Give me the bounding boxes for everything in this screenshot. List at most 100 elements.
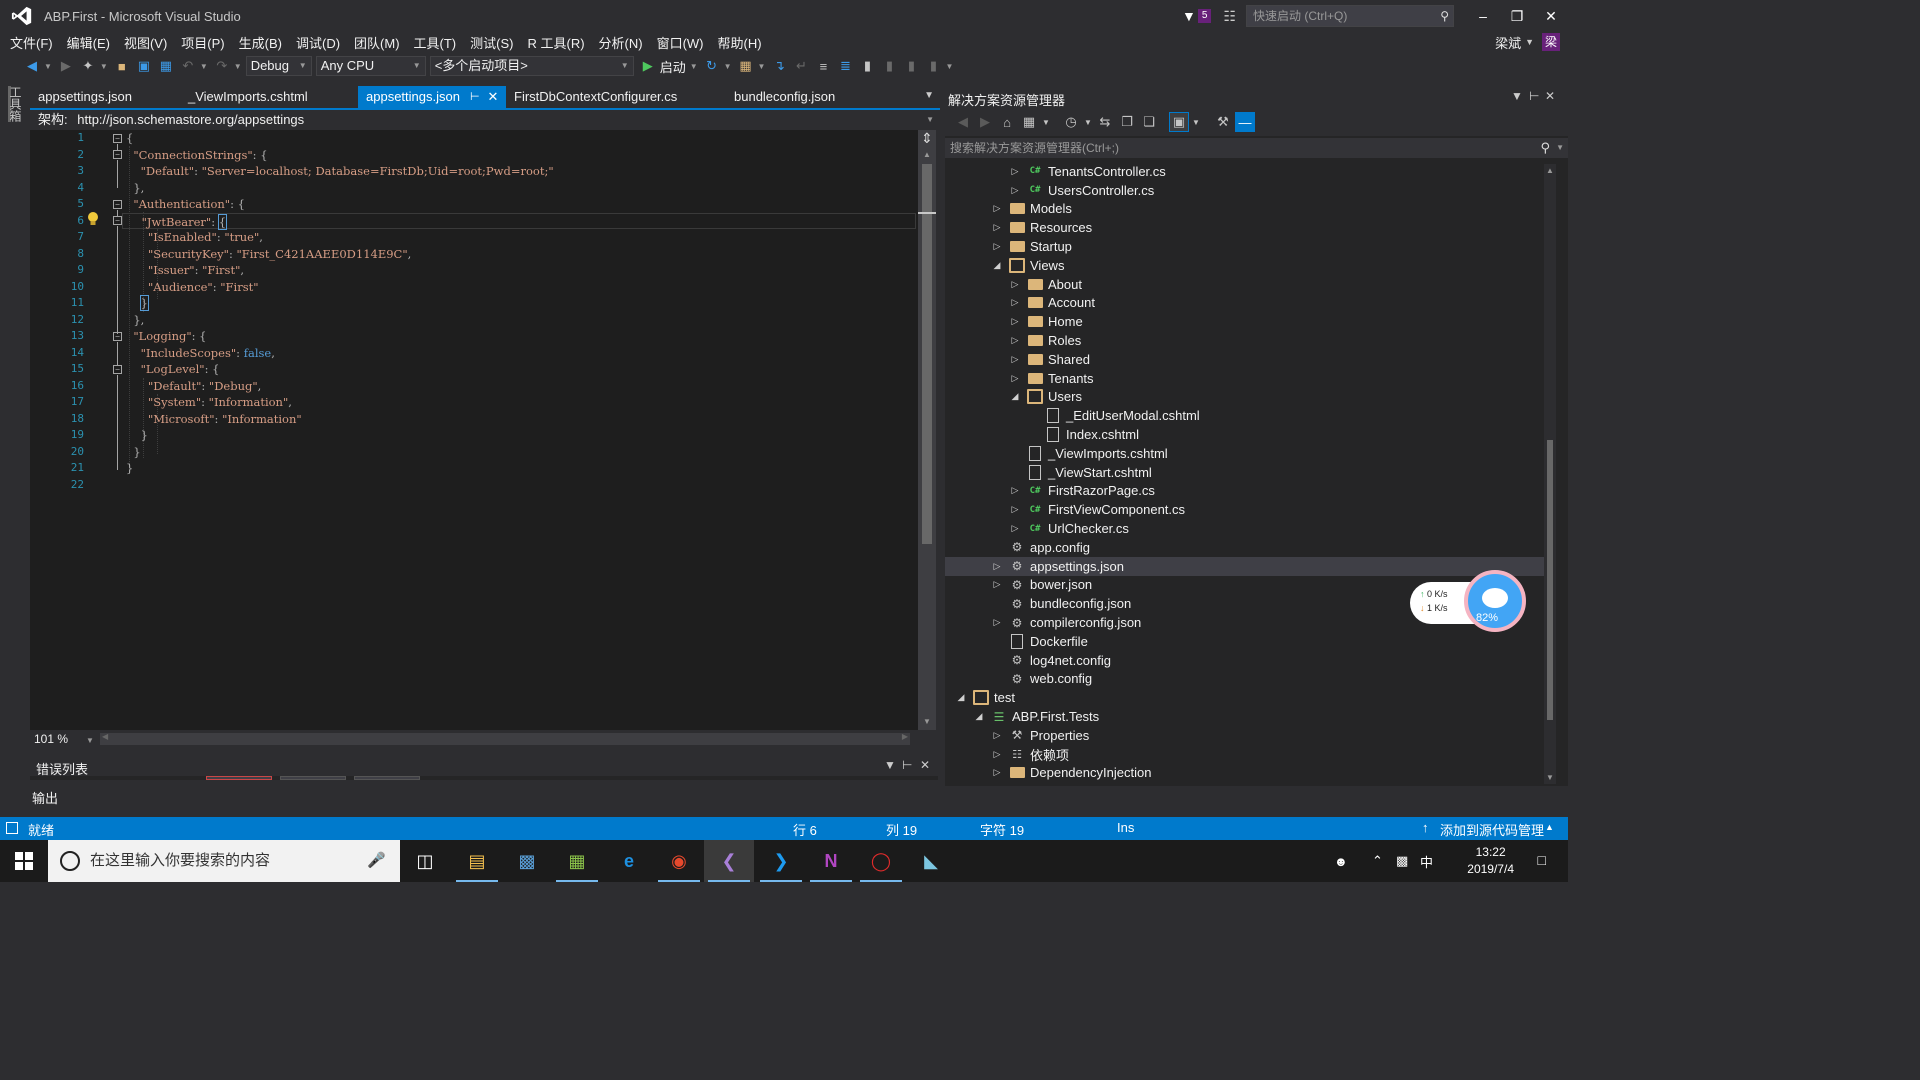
- lightbulb-icon[interactable]: [87, 212, 99, 226]
- messages-filter-button[interactable]: [354, 776, 420, 780]
- windows-start-button[interactable]: [0, 840, 48, 882]
- chevron-down-icon[interactable]: ▼: [1525, 37, 1534, 47]
- solution-search-input[interactable]: 搜索解决方案资源管理器(Ctrl+;) ⚲ ▼: [945, 138, 1568, 158]
- close-icon[interactable]: ✕: [1545, 89, 1555, 103]
- menu-edit[interactable]: 编辑(E): [63, 33, 120, 52]
- expand-arrow-icon[interactable]: ▷: [991, 617, 1003, 629]
- tree-item[interactable]: ▷ Home: [945, 312, 1546, 331]
- chevron-down-icon[interactable]: ▼: [200, 62, 208, 71]
- taskbar-search-input[interactable]: 在这里输入你要搜索的内容 🎤: [48, 840, 400, 882]
- solution-vertical-scrollbar[interactable]: ▲ ▼: [1544, 164, 1556, 784]
- expand-arrow-icon[interactable]: ▷: [1009, 278, 1021, 290]
- expand-arrow-icon[interactable]: ▷: [1009, 372, 1021, 384]
- close-icon[interactable]: ✕: [488, 86, 499, 108]
- pin-icon[interactable]: ⊢: [902, 758, 912, 772]
- save-icon[interactable]: ▣: [134, 56, 154, 76]
- configuration-select[interactable]: Debug ▼: [245, 56, 312, 76]
- expand-arrow-icon[interactable]: ▷: [991, 203, 1003, 215]
- source-control-up-icon[interactable]: ↑: [1422, 820, 1429, 835]
- minimize-button[interactable]: –: [1466, 0, 1500, 32]
- expand-arrow-icon[interactable]: ▷: [1009, 316, 1021, 328]
- avatar[interactable]: 梁: [1542, 33, 1560, 51]
- platform-select[interactable]: Any CPU ▼: [315, 56, 426, 76]
- tree-item[interactable]: ▷ C# UrlChecker.cs: [945, 519, 1546, 538]
- tree-item[interactable]: ◢ test: [945, 688, 1546, 707]
- code-line[interactable]: },: [126, 312, 144, 329]
- fold-toggle-icon[interactable]: −: [113, 200, 122, 209]
- scroll-thumb[interactable]: [922, 164, 932, 544]
- expand-arrow-icon[interactable]: ▷: [991, 241, 1003, 253]
- fold-toggle-icon[interactable]: −: [113, 216, 122, 225]
- code-line[interactable]: }: [126, 427, 148, 444]
- tree-item[interactable]: _EditUserModal.cshtml: [945, 406, 1546, 425]
- task-view-icon[interactable]: ◫: [400, 840, 450, 882]
- expand-arrow-icon[interactable]: ▷: [1009, 297, 1021, 309]
- start-button[interactable]: 启动: [660, 57, 686, 76]
- navigate-back-icon[interactable]: ◀: [22, 56, 42, 76]
- tree-item[interactable]: ▷ C# FirstViewComponent.cs: [945, 500, 1546, 519]
- tree-item[interactable]: ◢ Users: [945, 388, 1546, 407]
- chevron-down-icon[interactable]: ▼: [234, 62, 242, 71]
- comment-lines-icon[interactable]: ≡: [813, 56, 833, 76]
- status-insert-mode[interactable]: Ins: [1117, 820, 1134, 835]
- tree-item[interactable]: ▷ Models: [945, 200, 1546, 219]
- tree-item[interactable]: ▷ DependencyInjection: [945, 764, 1546, 783]
- remote-desktop-icon[interactable]: ▩: [502, 840, 552, 882]
- code-line[interactable]: "Authentication": {: [126, 196, 245, 213]
- code-line[interactable]: },: [126, 180, 144, 197]
- tree-item[interactable]: ▷ C# FirstRazorPage.cs: [945, 482, 1546, 501]
- taskbar-clock[interactable]: 13:22 2019/7/4: [1467, 844, 1514, 878]
- tree-item[interactable]: ▷ Tenants: [945, 369, 1546, 388]
- expand-arrow-icon[interactable]: ▷: [1009, 165, 1021, 177]
- tree-item[interactable]: _ViewStart.cshtml: [945, 463, 1546, 482]
- scroll-down-icon[interactable]: ▼: [918, 717, 936, 726]
- chevron-down-icon[interactable]: ▼: [1191, 112, 1201, 132]
- code-line[interactable]: "SecurityKey": "First_C421AAEE0D114E9C",: [126, 246, 411, 263]
- step-into-icon[interactable]: ↴: [769, 56, 789, 76]
- next-bookmark-icon[interactable]: ▮: [901, 56, 921, 76]
- tab-appsettings-json-1[interactable]: appsettings.json: [30, 86, 180, 108]
- tree-item[interactable]: Index.cshtml: [945, 425, 1546, 444]
- app-icon[interactable]: ◣: [906, 840, 956, 882]
- properties-wrench-icon[interactable]: ⚒: [1213, 112, 1233, 132]
- menu-team[interactable]: 团队(M): [350, 33, 410, 52]
- scroll-left-icon[interactable]: ◀: [102, 732, 108, 741]
- tree-item[interactable]: ▷ C# UsersController.cs: [945, 181, 1546, 200]
- search-icon[interactable]: ⚲: [1440, 6, 1449, 26]
- code-line[interactable]: "System": "Information",: [126, 394, 292, 411]
- toolbox-tab[interactable]: 工具箱: [8, 86, 24, 122]
- menu-debug[interactable]: 调试(D): [292, 33, 350, 52]
- menu-r-tools[interactable]: R 工具(R): [523, 33, 594, 52]
- tree-item[interactable]: ▷ About: [945, 275, 1546, 294]
- redo-icon[interactable]: ↷: [212, 56, 232, 76]
- code-line[interactable]: "ConnectionStrings": {: [126, 147, 267, 164]
- panel-menu-icon[interactable]: ▼: [884, 758, 896, 772]
- uncomment-lines-icon[interactable]: ≣: [835, 56, 855, 76]
- code-line[interactable]: {: [126, 130, 133, 147]
- pin-icon[interactable]: ⊢: [470, 86, 480, 108]
- show-hidden-icons-icon[interactable]: ⌃: [1372, 840, 1383, 882]
- expand-arrow-icon[interactable]: ▷: [991, 560, 1003, 572]
- preview-selected-icon[interactable]: ▣: [1169, 112, 1189, 132]
- collapse-arrow-icon[interactable]: ◢: [955, 692, 967, 704]
- expand-arrow-icon[interactable]: ▷: [1009, 184, 1021, 196]
- add-to-source-control-button[interactable]: 添加到源代码管理: [1440, 820, 1544, 839]
- back-icon[interactable]: ◀: [953, 112, 973, 132]
- database-tool-icon[interactable]: ▦: [552, 840, 602, 882]
- tree-item[interactable]: ▷ Startup: [945, 237, 1546, 256]
- chevron-up-icon[interactable]: ▲: [1545, 822, 1554, 832]
- chevron-down-icon[interactable]: ▼: [44, 62, 52, 71]
- tree-item[interactable]: ▷ ☷ 依赖项: [945, 745, 1546, 764]
- previous-bookmark-icon[interactable]: ▮: [879, 56, 899, 76]
- editor-horizontal-scrollbar[interactable]: ◀ ▶: [100, 732, 910, 745]
- input-method-indicator[interactable]: 中: [1420, 840, 1433, 882]
- chevron-down-icon[interactable]: ▼: [1556, 138, 1564, 158]
- tree-item[interactable]: _ViewImports.cshtml: [945, 444, 1546, 463]
- code-line[interactable]: "IncludeScopes": false,: [126, 345, 275, 362]
- fold-toggle-icon[interactable]: −: [113, 134, 122, 143]
- split-window-icon[interactable]: ⇕: [920, 131, 934, 145]
- network-icon[interactable]: ▩: [1396, 840, 1408, 882]
- start-icon[interactable]: ▶: [638, 56, 658, 76]
- menu-analyze[interactable]: 分析(N): [595, 33, 653, 52]
- expand-arrow-icon[interactable]: ▷: [1009, 504, 1021, 516]
